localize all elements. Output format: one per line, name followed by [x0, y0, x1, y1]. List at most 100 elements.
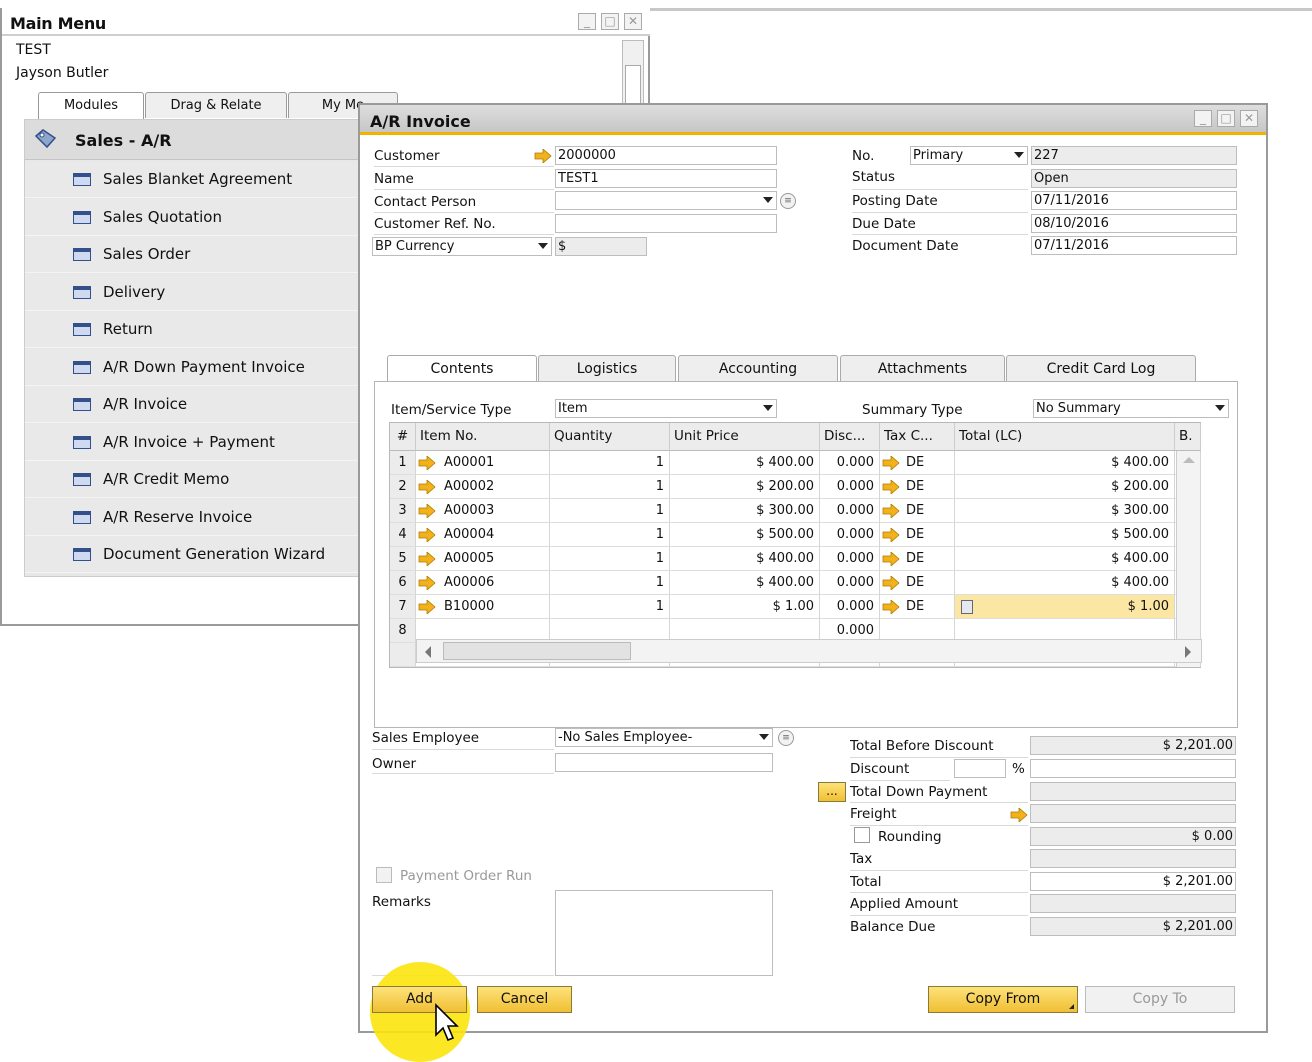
scroll-up-icon[interactable]: [1183, 457, 1195, 463]
customer-ref-field[interactable]: [555, 214, 777, 233]
menu-item[interactable]: Sales Quotation: [25, 198, 361, 236]
tab-attachments[interactable]: Attachments: [840, 355, 1005, 382]
scroll-thumb[interactable]: [443, 642, 631, 660]
menu-item[interactable]: Document Generation Wizard: [25, 536, 361, 573]
discount-field[interactable]: [1030, 759, 1236, 778]
contact-person-select[interactable]: [555, 191, 777, 210]
cell-item-no[interactable]: A00006: [416, 571, 550, 595]
maximize-icon[interactable]: □: [1217, 110, 1235, 127]
cell-discount[interactable]: 0.000: [820, 595, 880, 619]
scroll-left-icon[interactable]: [425, 646, 431, 658]
cell-unit-price[interactable]: $ 200.00: [670, 475, 820, 499]
name-field[interactable]: TEST1: [555, 169, 777, 188]
grid-vertical-scrollbar[interactable]: [1176, 451, 1200, 667]
due-date-field[interactable]: 08/10/2016: [1031, 214, 1237, 233]
currency-field[interactable]: $: [555, 237, 647, 256]
cell-item-no[interactable]: A00001: [416, 451, 550, 475]
column-header-total-lc[interactable]: Total (LC): [955, 423, 1175, 451]
tab-credit-card-log[interactable]: Credit Card Log: [1006, 355, 1196, 382]
discount-percent-field[interactable]: [954, 759, 1006, 778]
column-header-b[interactable]: B.: [1175, 423, 1201, 451]
cell-discount[interactable]: 0.000: [820, 451, 880, 475]
link-arrow-icon[interactable]: [418, 456, 436, 470]
main-menu-scrollbar[interactable]: [622, 40, 644, 112]
close-icon[interactable]: ✕: [624, 13, 642, 30]
ar-invoice-titlebar[interactable]: A/R Invoice _ □ ✕: [360, 105, 1266, 135]
menu-item[interactable]: Sales Blanket Agreement: [25, 161, 361, 198]
link-arrow-icon[interactable]: [534, 149, 552, 163]
currency-type-select[interactable]: BP Currency: [372, 237, 552, 256]
cell-unit-price[interactable]: $ 400.00: [670, 547, 820, 571]
maximize-icon[interactable]: □: [601, 13, 619, 30]
tab-contents[interactable]: Contents: [387, 355, 537, 383]
tab-logistics[interactable]: Logistics: [538, 355, 676, 382]
link-arrow-icon[interactable]: [418, 504, 436, 518]
cell-unit-price[interactable]: $ 400.00: [670, 451, 820, 475]
cell-tax-code[interactable]: DE: [880, 451, 955, 475]
menu-item[interactable]: Return: [25, 311, 361, 348]
cell-discount[interactable]: 0.000: [820, 523, 880, 547]
sales-employee-select[interactable]: -No Sales Employee-: [555, 728, 773, 747]
main-menu-titlebar[interactable]: Main Menu _ □ ✕: [2, 8, 650, 36]
grid-horizontal-scrollbar[interactable]: [416, 639, 1202, 663]
cell-tax-code[interactable]: DE: [880, 547, 955, 571]
cell-item-no[interactable]: A00005: [416, 547, 550, 571]
calculator-icon[interactable]: [961, 600, 973, 614]
column-header-tax-code[interactable]: Tax C...: [880, 423, 955, 451]
cell-discount[interactable]: 0.000: [820, 475, 880, 499]
cell-item-no[interactable]: A00004: [416, 523, 550, 547]
scroll-right-icon[interactable]: [1185, 646, 1191, 658]
remarks-textarea[interactable]: [555, 890, 773, 976]
info-icon[interactable]: ≡: [778, 730, 794, 746]
cell-unit-price[interactable]: $ 400.00: [670, 571, 820, 595]
link-arrow-icon[interactable]: [418, 576, 436, 590]
cell-tax-code[interactable]: DE: [880, 475, 955, 499]
cell-total-lc[interactable]: $ 400.00: [955, 451, 1175, 475]
cell-quantity[interactable]: 1: [550, 475, 670, 499]
cell-quantity[interactable]: 1: [550, 499, 670, 523]
document-date-field[interactable]: 07/11/2016: [1031, 236, 1237, 255]
cell-total-lc[interactable]: $ 1.00: [955, 595, 1175, 619]
cell-total-lc[interactable]: $ 500.00: [955, 523, 1175, 547]
cell-discount[interactable]: 0.000: [820, 547, 880, 571]
menu-item[interactable]: A/R Reserve Invoice: [25, 498, 361, 536]
cell-unit-price[interactable]: $ 300.00: [670, 499, 820, 523]
cell-quantity[interactable]: 1: [550, 523, 670, 547]
customer-field[interactable]: 2000000: [555, 146, 777, 165]
link-arrow-icon[interactable]: [418, 600, 436, 614]
column-header-unit-price[interactable]: Unit Price: [670, 423, 820, 451]
cell-quantity[interactable]: 1: [550, 595, 670, 619]
column-header-row-number[interactable]: #: [390, 423, 416, 451]
minimize-icon[interactable]: _: [1194, 110, 1212, 127]
cell-quantity[interactable]: 1: [550, 451, 670, 475]
tab-drag-relate[interactable]: Drag & Relate: [145, 92, 287, 118]
menu-item[interactable]: Sales Order: [25, 236, 361, 273]
cell-total-lc[interactable]: $ 300.00: [955, 499, 1175, 523]
cell-unit-price[interactable]: $ 1.00: [670, 595, 820, 619]
link-arrow-icon[interactable]: [418, 528, 436, 542]
posting-date-field[interactable]: 07/11/2016: [1031, 191, 1237, 210]
module-header[interactable]: Sales - A/R: [25, 120, 361, 160]
menu-item[interactable]: A/R Down Payment Invoice: [25, 348, 361, 386]
minimize-icon[interactable]: _: [578, 13, 596, 30]
cell-discount[interactable]: 0.000: [820, 571, 880, 595]
link-arrow-icon[interactable]: [1010, 808, 1028, 822]
cell-total-lc[interactable]: $ 400.00: [955, 547, 1175, 571]
link-arrow-icon[interactable]: [882, 528, 900, 542]
cell-item-no[interactable]: B10000: [416, 595, 550, 619]
link-arrow-icon[interactable]: [418, 552, 436, 566]
item-service-type-select[interactable]: Item: [555, 399, 777, 418]
menu-item[interactable]: A/R Credit Memo: [25, 461, 361, 498]
cell-item-no[interactable]: A00002: [416, 475, 550, 499]
info-icon[interactable]: ≡: [780, 193, 796, 209]
tab-accounting[interactable]: Accounting: [678, 355, 838, 382]
cell-discount[interactable]: 0.000: [820, 499, 880, 523]
link-arrow-icon[interactable]: [882, 552, 900, 566]
summary-type-select[interactable]: No Summary: [1033, 399, 1229, 418]
owner-field[interactable]: [555, 753, 773, 772]
close-icon[interactable]: ✕: [1240, 110, 1258, 127]
down-payment-more-button[interactable]: ...: [818, 782, 846, 802]
series-select[interactable]: Primary: [910, 146, 1028, 165]
link-arrow-icon[interactable]: [882, 480, 900, 494]
cell-unit-price[interactable]: $ 500.00: [670, 523, 820, 547]
